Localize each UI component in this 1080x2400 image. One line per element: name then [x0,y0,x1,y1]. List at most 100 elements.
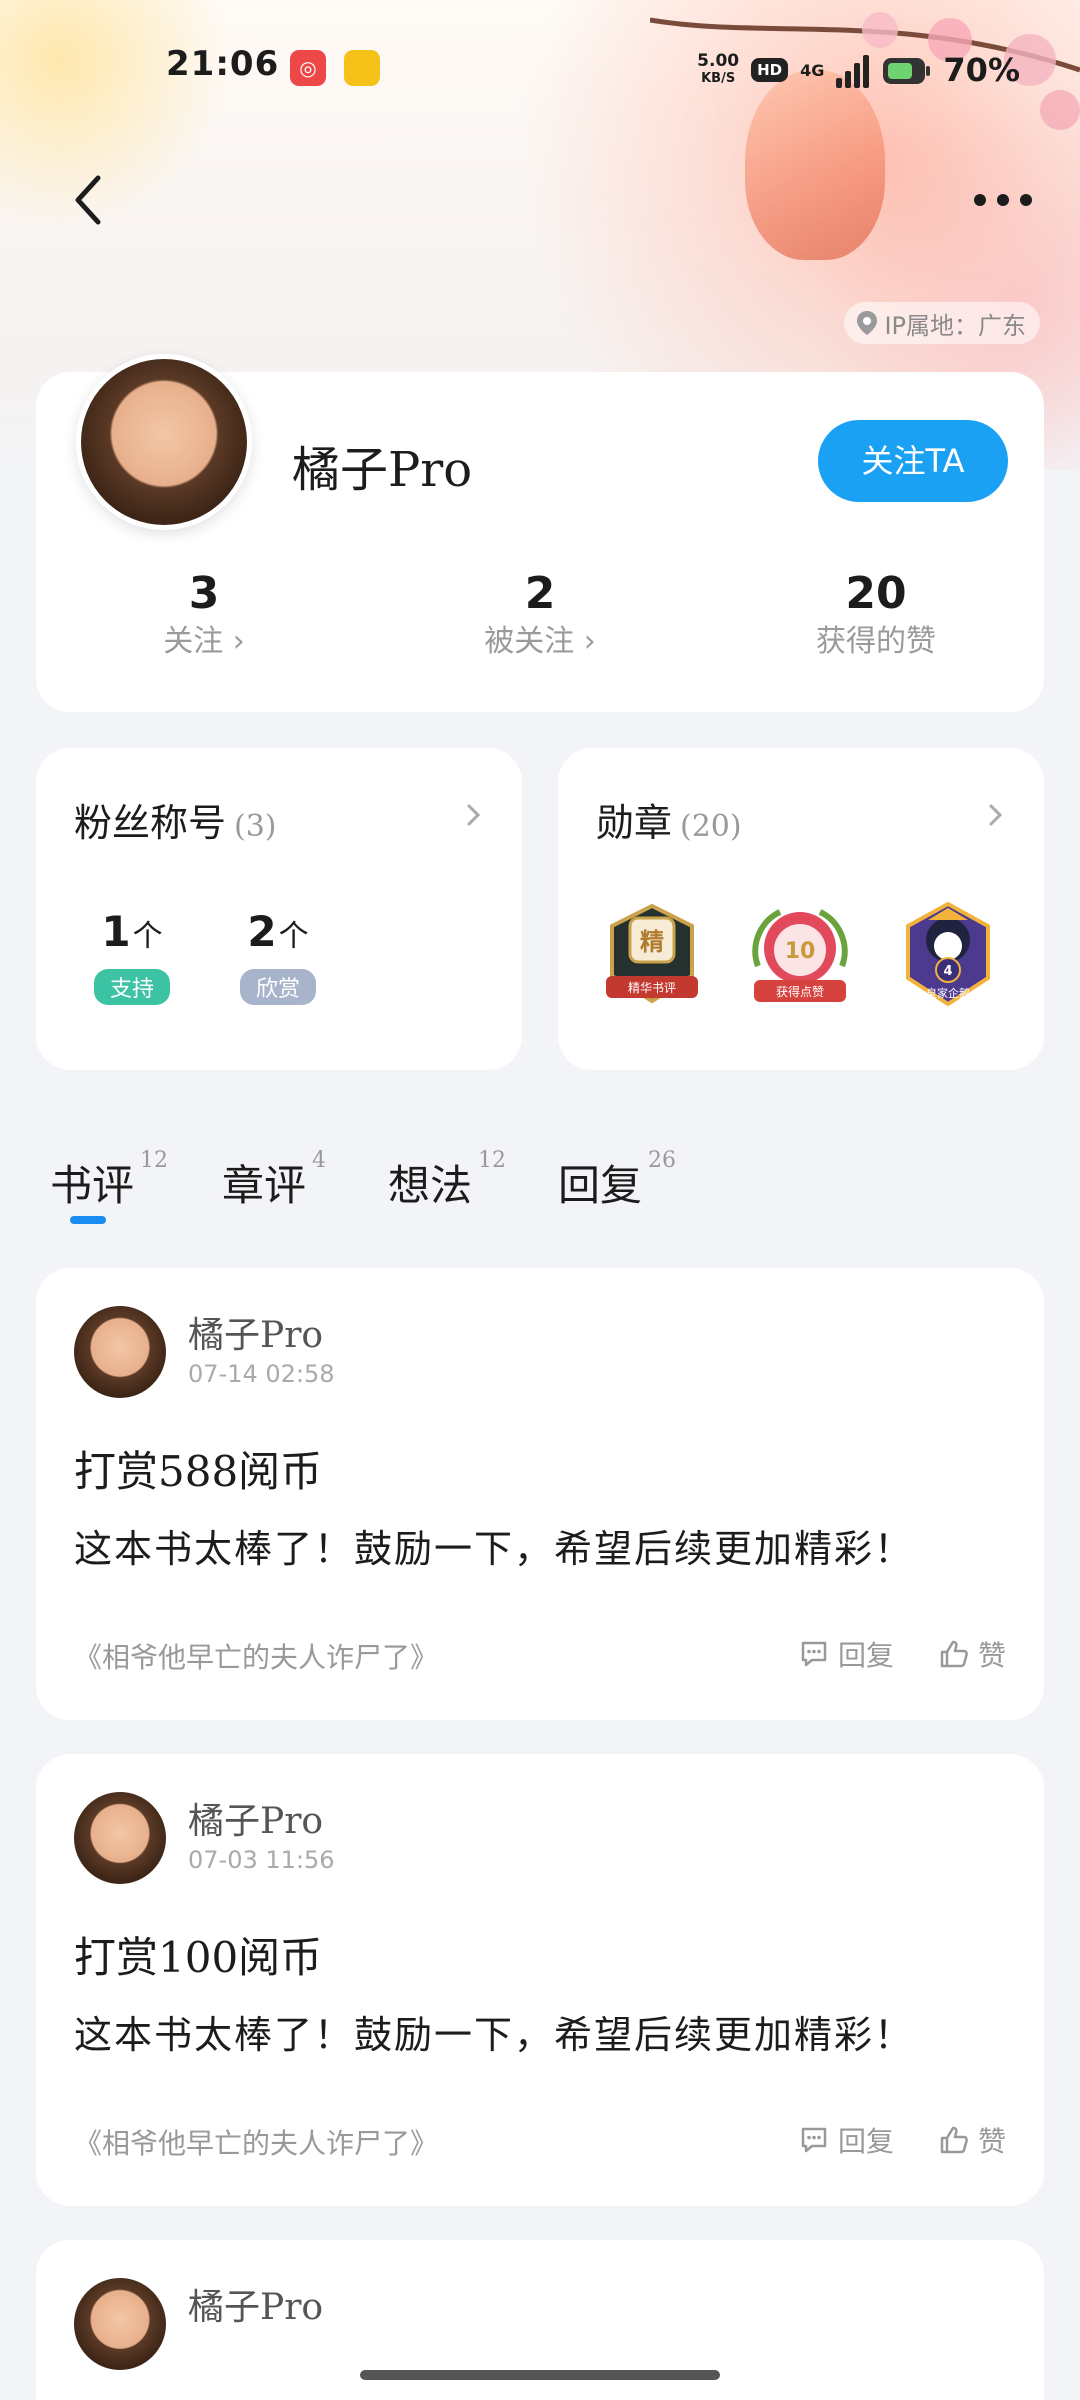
tab-replies[interactable]: 回复26 [558,1148,676,1213]
review-author: 橘子Pro [188,1315,324,1356]
fan-titles-card[interactable]: 粉丝称号 (3) 1个 支持 2个 欣赏 [36,748,522,1070]
comment-icon [801,2127,827,2153]
ip-location-text: IP属地：广东 [884,311,1026,340]
review-book-link[interactable]: 《相爷他早亡的夫人诈尸了》 [74,1636,438,1676]
content-tabs: 书评12 章评4 想法12 回复26 [0,1136,1080,1226]
chevron-right-icon [989,804,1003,826]
fan-title-unit: 个 [132,919,163,954]
royal-penguin-medal-icon[interactable]: 4 皇家企鹅 [888,896,1008,1016]
medal-label: 获得点赞 [776,984,824,999]
fan-titles-title: 粉丝称号 [74,801,227,845]
tab-count: 12 [478,1148,507,1173]
stat-value: 3 [188,568,220,619]
medal-mark: 精 [640,928,664,956]
signal-icon [836,52,870,88]
active-tab-indicator [70,1216,106,1224]
tab-chapter-reviews[interactable]: 章评4 [222,1148,326,1213]
like-button[interactable]: 赞 [938,2120,1006,2160]
tab-thoughts[interactable]: 想法12 [388,1148,506,1213]
location-pin-icon [857,311,878,335]
medal-mark: 10 [785,939,816,964]
fan-title-unit: 个 [278,919,309,954]
tab-label: 想法 [388,1161,473,1210]
tab-count: 26 [648,1148,677,1173]
tab-label: 章评 [222,1161,307,1210]
review-title: 打赏588阅币 [74,1447,323,1496]
review-book-link[interactable]: 《相爷他早亡的夫人诈尸了》 [74,2122,438,2162]
reply-label: 回复 [837,2125,894,2158]
review-actions: 回复 赞 [798,2120,1006,2160]
status-indicators: 5.00 KB/S HD 4G 70% [697,46,1020,94]
stat-value: 20 [845,568,907,619]
follow-button[interactable]: 关注TA [818,420,1008,502]
review-body: 这本书太棒了！鼓励一下，希望后续更加精彩！ [74,1527,915,1571]
avatar[interactable] [76,354,252,530]
like-label: 赞 [977,1639,1006,1672]
medals-count: (20) [680,809,742,844]
thumbs-up-icon [940,1640,968,1668]
fan-title-item-support: 1个 支持 [94,907,171,1005]
fan-title-item-appreciate: 2个 欣赏 [240,907,317,1005]
avatar[interactable] [74,1792,166,1884]
fan-title-count: 1 [101,907,131,956]
app-notification-icon: ◎ [290,50,326,86]
stat-likes: 20 获得的赞 [708,568,1044,678]
tab-count: 12 [140,1148,169,1173]
fan-title-count: 2 [247,907,277,956]
like-button[interactable]: 赞 [938,1634,1006,1674]
fan-title-badge: 支持 [94,969,171,1005]
medals-heading: 勋章 (20) [596,792,742,847]
status-time: 21:06 [166,44,280,84]
app-notification-icon [344,50,380,86]
medal-mark: 4 [943,964,952,979]
medal-label: 精华书评 [628,981,676,995]
stat-followers[interactable]: 2 被关注 › [372,568,708,678]
review-author: 橘子Pro [188,2287,324,2328]
review-actions: 回复 赞 [798,1634,1006,1674]
review-author: 橘子Pro [188,1801,324,1842]
reply-button[interactable]: 回复 [798,1634,894,1674]
profile-card: 橘子Pro 关注TA 3 关注 › 2 被关注 › 20 获得的赞 [36,354,1044,712]
home-indicator[interactable] [360,2370,720,2380]
review-title: 打赏100阅币 [74,1933,323,1982]
hd-icon: HD [751,58,789,82]
tab-count: 4 [312,1148,327,1173]
reply-label: 回复 [837,1639,894,1672]
review-card[interactable]: 橘子Pro 07-14 02:58 打赏588阅币 这本书太棒了！鼓励一下，希望… [36,1268,1044,1720]
back-arrow-icon[interactable] [62,170,122,230]
avatar[interactable] [74,1306,166,1398]
best-review-medal-icon[interactable]: 精 精华书评 [592,896,712,1016]
fan-titles-count: (3) [234,809,277,844]
tab-label: 书评 [50,1161,135,1210]
fan-title-badge: 欣赏 [240,969,317,1005]
medals-card[interactable]: 勋章 (20) 精 精华书评 10 获得点赞 4 皇家企鹅 [558,748,1044,1070]
review-card[interactable]: 橘子Pro 07-03 11:56 打赏100阅币 这本书太棒了！鼓励一下，希望… [36,1754,1044,2206]
likes-medal-icon[interactable]: 10 获得点赞 [740,896,860,1016]
network-speed-value: 5.00 [697,51,740,71]
fan-titles-heading: 粉丝称号 (3) [74,792,277,847]
like-label: 赞 [977,2125,1006,2158]
stat-value: 2 [524,568,556,619]
tab-book-reviews[interactable]: 书评12 [50,1148,168,1213]
reply-button[interactable]: 回复 [798,2120,894,2160]
thumbs-up-icon [940,2126,968,2154]
battery-percentage: 70% [943,51,1020,89]
tab-label: 回复 [558,1161,643,1210]
network-speed-unit: KB/S [701,71,736,86]
top-nav [0,160,1080,240]
review-time: 07-03 11:56 [188,1846,335,1874]
review-body: 这本书太棒了！鼓励一下，希望后续更加精彩！ [74,2013,915,2057]
chevron-right-icon [467,804,481,826]
battery-icon [883,58,931,84]
status-bar: 21:06 ◎ 5.00 KB/S HD 4G 70% [0,38,1080,102]
profile-stats: 3 关注 › 2 被关注 › 20 获得的赞 [36,568,1044,678]
stat-following[interactable]: 3 关注 › [36,568,372,678]
avatar[interactable] [74,2278,166,2370]
comment-icon [801,1641,827,1667]
username: 橘子Pro [292,442,473,498]
more-dots-icon[interactable] [968,180,1038,220]
medal-label: 皇家企鹅 [926,986,970,1000]
ip-location-tag: IP属地：广东 [844,302,1040,344]
stat-label: 被关注 › [484,624,596,659]
stat-label: 获得的赞 [816,624,936,659]
